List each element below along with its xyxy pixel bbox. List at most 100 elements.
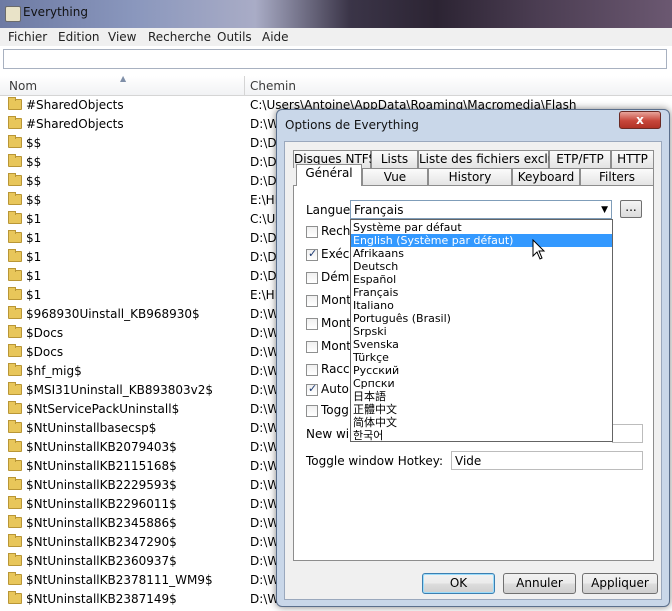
menu-recherche[interactable]: Recherche <box>148 30 211 44</box>
file-name: $$ <box>26 136 42 150</box>
tab-history[interactable]: History <box>428 168 512 186</box>
folder-icon <box>8 97 22 110</box>
folder-icon <box>8 382 22 395</box>
option-checkbox-label: Racco <box>321 362 351 376</box>
close-button[interactable]: x <box>619 111 661 129</box>
language-option[interactable]: Türkçe <box>351 351 612 364</box>
mouse-pointer-icon <box>532 239 546 260</box>
option-checkbox[interactable] <box>306 247 318 261</box>
file-name: $NtUninstallKB2296011$ <box>26 497 177 511</box>
apply-button[interactable]: Appliquer <box>582 573 658 594</box>
browse-button[interactable]: ... <box>620 200 642 218</box>
menu-fichier[interactable]: Fichier <box>8 30 47 44</box>
file-name: $NtUninstallKB2115168$ <box>26 459 177 473</box>
search-input[interactable] <box>3 49 667 69</box>
folder-icon <box>8 477 22 490</box>
language-option[interactable]: Afrikaans <box>351 247 612 260</box>
new-window-hotkey-field[interactable] <box>612 424 643 443</box>
app-icon <box>5 6 21 22</box>
tab-filters[interactable]: Filters <box>580 168 654 186</box>
language-option[interactable]: English (Système par défaut) <box>351 234 612 247</box>
menu-view[interactable]: View <box>108 30 136 44</box>
column-header-name[interactable]: Nom <box>9 79 37 93</box>
file-name: $NtUninstallKB2345886$ <box>26 516 177 530</box>
dialog-title: Options de Everything <box>285 118 419 132</box>
language-option[interactable]: Deutsch <box>351 260 612 273</box>
language-option[interactable]: Português (Brasil) <box>351 312 612 325</box>
option-checkbox[interactable] <box>306 382 318 396</box>
file-name: #SharedObjects <box>26 98 124 112</box>
tab-etp-ftp[interactable]: ETP/FTP <box>549 150 611 168</box>
option-checkbox[interactable] <box>306 405 318 417</box>
file-name: $NtUninstallKB2347290$ <box>26 535 177 549</box>
column-header-path[interactable]: Chemin <box>250 79 296 93</box>
file-name: $$ <box>26 174 42 188</box>
tab-http[interactable]: HTTP <box>611 150 654 168</box>
menu-outils[interactable]: Outils <box>217 30 252 44</box>
language-option[interactable]: Système par défaut <box>351 221 612 234</box>
option-checkbox-label: Démar <box>321 270 351 284</box>
language-option[interactable]: Español <box>351 273 612 286</box>
option-checkbox[interactable] <box>306 364 318 376</box>
tab-liste-fichiers-exclus[interactable]: Liste des fichiers exclus <box>418 150 562 168</box>
file-name: $hf_mig$ <box>26 364 82 378</box>
folder-icon <box>8 230 22 243</box>
ok-button[interactable]: OK <box>422 573 495 594</box>
file-name: $1 <box>26 288 42 302</box>
language-option[interactable]: Français <box>351 286 612 299</box>
column-divider[interactable] <box>244 76 245 95</box>
file-name: $MSI31Uninstall_KB893803v2$ <box>26 383 214 397</box>
language-option[interactable]: Italiano <box>351 299 612 312</box>
file-name: $1 <box>26 269 42 283</box>
language-dropdown-list: Système par défaut English (Système par d… <box>350 219 613 442</box>
language-option[interactable]: Srpski <box>351 325 612 338</box>
file-name: $$ <box>26 155 42 169</box>
language-option[interactable]: Svenska <box>351 338 612 351</box>
option-checkbox[interactable] <box>306 272 318 284</box>
file-name: $NtServicePackUninstall$ <box>26 402 180 416</box>
language-option[interactable]: 한국어 <box>351 429 612 442</box>
file-name: $1 <box>26 250 42 264</box>
language-option[interactable]: Српски <box>351 377 612 390</box>
language-option[interactable]: 正體中文 <box>351 403 612 416</box>
folder-icon <box>8 401 22 414</box>
folder-icon <box>8 553 22 566</box>
menu-edition[interactable]: Edition <box>58 30 100 44</box>
folder-icon <box>8 591 22 604</box>
option-checkbox-label: Montre <box>321 293 351 307</box>
language-select[interactable]: Français ▼ <box>350 200 612 219</box>
file-name: $Docs <box>26 345 64 359</box>
folder-icon <box>8 116 22 129</box>
file-name: $$ <box>26 193 42 207</box>
folder-icon <box>8 173 22 186</box>
folder-icon <box>8 420 22 433</box>
file-name: $968930Uinstall_KB968930$ <box>26 307 200 321</box>
folder-icon <box>8 515 22 528</box>
tab-general[interactable]: Général <box>296 164 362 186</box>
language-option[interactable]: 日本語 <box>351 390 612 403</box>
option-checkbox[interactable] <box>306 295 318 307</box>
folder-icon <box>8 344 22 357</box>
cancel-button[interactable]: Annuler <box>503 573 576 594</box>
language-option[interactable]: Русский <box>351 364 612 377</box>
folder-icon <box>8 572 22 585</box>
tab-keyboard[interactable]: Keyboard <box>512 168 580 186</box>
folder-icon <box>8 268 22 281</box>
toggle-window-hotkey-field[interactable]: Vide <box>451 451 643 470</box>
option-checkbox[interactable] <box>306 318 318 330</box>
file-name: $1 <box>26 212 42 226</box>
language-select-value: Français <box>354 203 404 217</box>
tab-vue[interactable]: Vue <box>362 168 428 186</box>
language-option[interactable]: 简体中文 <box>351 416 612 429</box>
chevron-down-icon: ▼ <box>601 205 608 215</box>
menu-bar: Fichier Edition View Recherche Outils Ai… <box>0 28 672 46</box>
column-header-bar: Nom Chemin <box>0 76 672 96</box>
option-checkbox[interactable] <box>306 341 318 353</box>
option-checkbox[interactable] <box>306 226 318 238</box>
folder-icon <box>8 363 22 376</box>
file-name: #SharedObjects <box>26 117 124 131</box>
tab-lists[interactable]: Lists <box>371 150 418 168</box>
folder-icon <box>8 154 22 167</box>
folder-icon <box>8 439 22 452</box>
menu-aide[interactable]: Aide <box>262 30 289 44</box>
